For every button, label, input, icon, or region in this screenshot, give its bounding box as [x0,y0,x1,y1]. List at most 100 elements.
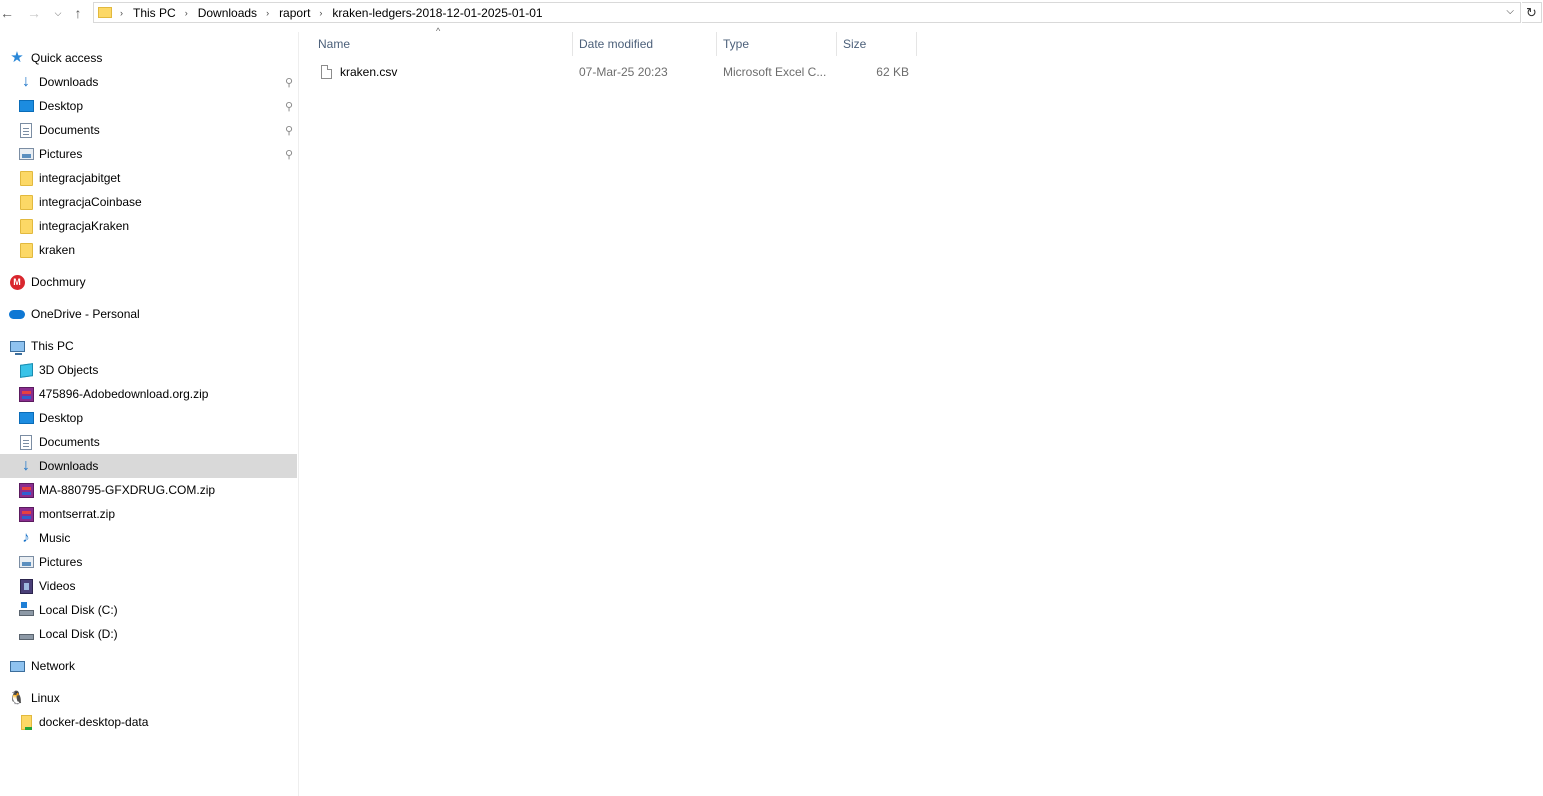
nav-label: This PC [31,339,74,353]
nav-label: integracjaCoinbase [39,195,142,209]
documents-icon [18,434,34,450]
music-note-icon: ♪ [22,529,30,546]
file-size: 62 KB [876,65,909,79]
column-header-size[interactable]: Size [837,32,916,56]
breadcrumb-separator-icon[interactable]: › [266,8,269,18]
nav-3d-objects[interactable]: 3D Objects [0,358,297,382]
pin-icon[interactable]: ⚲ [283,99,295,113]
nav-dochmury[interactable]: M Dochmury [0,270,297,294]
nav-label: Videos [39,579,76,593]
breadcrumb-raport[interactable]: raport [279,6,310,20]
linux-penguin-icon: 🐧 [8,690,26,705]
nav-label: OneDrive - Personal [31,307,140,321]
nav-pc-pictures[interactable]: Pictures [0,550,297,574]
nav-label: Network [31,659,76,673]
nav-quick-documents[interactable]: Documents ⚲ [0,118,297,142]
nav-videos[interactable]: Videos [0,574,297,598]
nav-label: montserrat.zip [39,507,116,521]
nav-label: Linux [31,691,60,705]
nav-local-disk-c[interactable]: Local Disk (C:) [0,598,297,622]
zip-archive-icon [18,482,34,498]
nav-quick-integracjakraken[interactable]: integracjaKraken [0,214,297,238]
refresh-icon[interactable]: ↻ [1522,2,1542,23]
nav-label: 3D Objects [39,363,99,377]
download-arrow-icon: ↓ [22,73,30,90]
nav-pc-documents[interactable]: Documents [0,430,297,454]
cube-icon [18,362,34,378]
nav-montserrat-zip[interactable]: montserrat.zip [0,502,297,526]
file-type: Microsoft Excel C... [723,65,827,79]
nav-local-disk-d[interactable]: Local Disk (D:) [0,622,297,646]
breadcrumb-current-folder[interactable]: kraken-ledgers-2018-12-01-2025-01-01 [332,6,542,20]
address-dropdown-icon[interactable]: ⌵ [1506,6,1514,17]
nav-quick-desktop[interactable]: Desktop ⚲ [0,94,297,118]
pane-divider[interactable] [298,32,299,796]
breadcrumb-separator-icon[interactable]: › [319,8,322,18]
back-arrow-icon[interactable]: ← [0,3,14,23]
chevron-down-icon[interactable]: ⌵ [52,3,64,23]
nav-label: Music [39,531,71,545]
system-drive-icon [18,602,34,618]
cloud-icon [9,306,25,322]
nav-this-pc[interactable]: This PC [0,334,297,358]
pin-icon[interactable]: ⚲ [283,75,295,89]
breadcrumb-separator-icon: › [120,7,123,18]
nav-label: Documents [39,435,100,449]
folder-icon [18,218,34,234]
pictures-icon [18,554,34,570]
nav-quick-access[interactable]: ★ Quick access [0,46,297,70]
file-row[interactable]: kraken.csv 07-Mar-25 20:23 Microsoft Exc… [312,60,916,84]
pin-icon[interactable]: ⚲ [283,147,295,161]
nav-linux[interactable]: 🐧 Linux [0,686,297,710]
nav-label: Pictures [39,147,83,161]
nav-label: Local Disk (C:) [39,603,118,617]
nav-label: docker-desktop-data [39,715,149,729]
nav-quick-pictures[interactable]: Pictures ⚲ [0,142,297,166]
nav-label: Desktop [39,99,84,113]
nav-label: Desktop [39,411,84,425]
address-bar[interactable]: › This PC › Downloads › raport › kraken-… [93,2,1521,23]
video-film-icon [18,578,34,594]
column-header-name[interactable]: Name [312,32,572,56]
network-folder-icon [18,714,34,730]
forward-arrow-icon[interactable]: → [26,3,42,23]
file-icon [321,65,332,79]
folder-icon [98,7,112,18]
column-header-type[interactable]: Type [717,32,836,56]
nav-onedrive[interactable]: OneDrive - Personal [0,302,297,326]
column-divider[interactable] [916,32,917,56]
nav-label: Downloads [39,459,99,473]
star-icon: ★ [10,49,24,66]
nav-pc-desktop[interactable]: Desktop [0,406,297,430]
desktop-icon [18,98,34,114]
computer-icon [9,338,25,355]
file-name: kraken.csv [340,65,398,79]
network-icon [9,658,25,674]
nav-label: Local Disk (D:) [39,627,118,641]
navigation-pane: ★ Quick access ↓ Downloads ⚲ Desktop ⚲ D… [0,40,298,796]
breadcrumb-separator-icon[interactable]: › [185,8,188,18]
zip-archive-icon [18,386,34,402]
nav-quick-kraken[interactable]: kraken [0,238,297,262]
nav-pc-downloads[interactable]: ↓ Downloads [0,454,297,478]
nav-docker-desktop-data[interactable]: docker-desktop-data [0,710,297,734]
nav-network[interactable]: Network [0,654,297,678]
nav-quick-integracjacoinbase[interactable]: integracjaCoinbase [0,190,297,214]
nav-label: integracjabitget [39,171,121,185]
up-arrow-icon[interactable]: ↑ [70,3,86,23]
breadcrumb-downloads[interactable]: Downloads [198,6,257,20]
column-header-date-modified[interactable]: Date modified [573,32,716,56]
nav-music[interactable]: ♪ Music [0,526,297,550]
folder-icon [18,170,34,186]
file-name-cell: kraken.csv [321,60,397,84]
download-arrow-icon: ↓ [22,457,30,474]
nav-gfxdrug-zip[interactable]: MA-880795-GFXDRUG.COM.zip [0,478,297,502]
nav-quick-integracjabitget[interactable]: integracjabitget [0,166,297,190]
address-toolbar: ← → ⌵ ↑ › This PC › Downloads › raport ›… [0,0,1543,26]
nav-label: Documents [39,123,100,137]
breadcrumb-this-pc[interactable]: This PC [133,6,176,20]
nav-quick-downloads[interactable]: ↓ Downloads ⚲ [0,70,297,94]
zip-archive-icon [18,506,34,522]
pin-icon[interactable]: ⚲ [283,123,295,137]
nav-adobedownload-zip[interactable]: 475896-Adobedownload.org.zip [0,382,297,406]
